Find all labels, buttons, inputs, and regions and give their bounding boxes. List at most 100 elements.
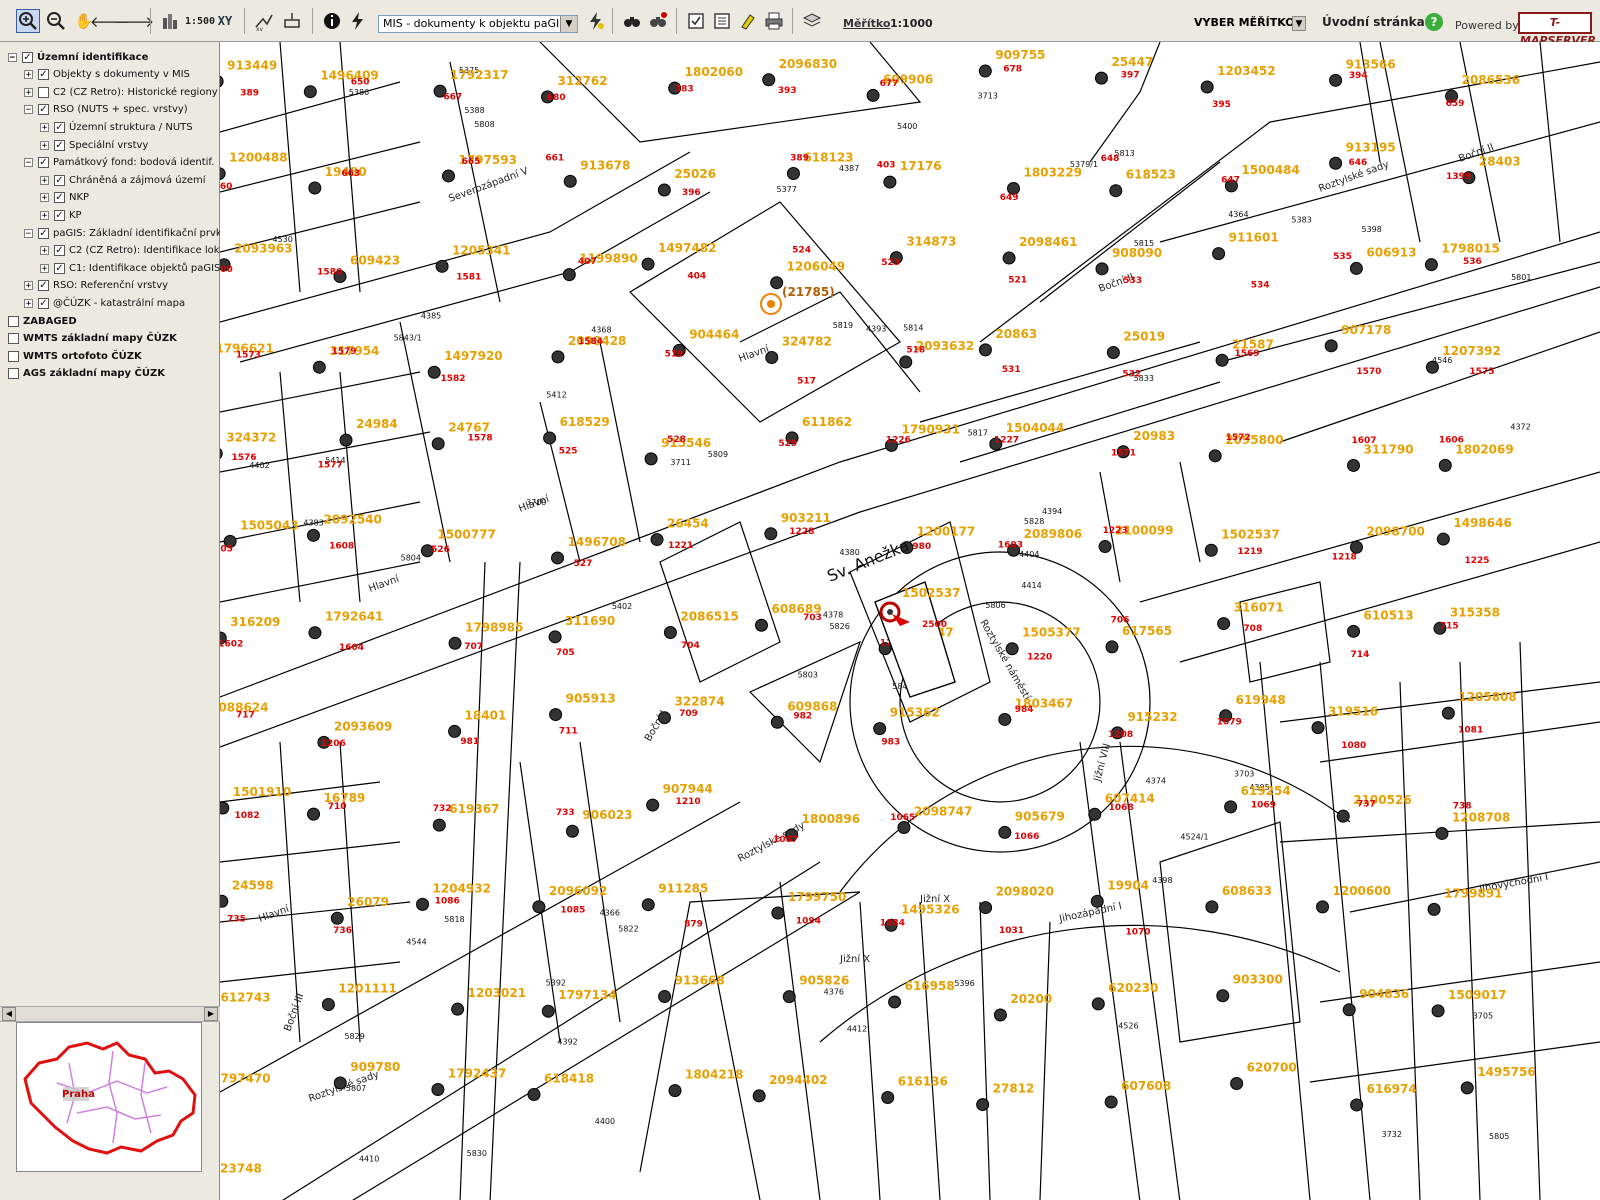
object-id-label[interactable]: 25447 (1111, 55, 1153, 69)
document-marker[interactable] (866, 88, 880, 102)
document-marker[interactable] (1436, 532, 1450, 546)
document-marker[interactable] (1316, 900, 1330, 914)
document-marker[interactable] (770, 715, 784, 729)
scale-select[interactable]: VYBER MĚŘÍTKO ▼ (1190, 15, 1306, 33)
object-id-label[interactable]: 19904 (1107, 878, 1149, 892)
layer-checkbox[interactable]: ✓ (54, 139, 65, 151)
document-marker[interactable] (562, 268, 576, 282)
object-id-label[interactable]: 1496409 (320, 69, 378, 83)
object-id-label[interactable]: 913195 (1346, 140, 1396, 154)
object-id-label[interactable]: 1497482 (658, 241, 716, 255)
object-id-label[interactable]: 1204932 (433, 881, 491, 895)
object-id-label[interactable]: 1498646 (1453, 516, 1511, 530)
document-marker[interactable] (1346, 458, 1360, 472)
layer-item[interactable]: + ✓ NKP (40, 189, 89, 207)
full-extent-icon[interactable] (158, 9, 182, 33)
object-id-label[interactable]: 612743 (220, 991, 270, 1005)
layer-item[interactable]: + ✓ C1: Identifikace objektů paGIS (40, 259, 220, 277)
info-icon[interactable] (320, 9, 344, 33)
object-id-label[interactable]: 2098747 (914, 805, 972, 819)
expand-icon[interactable]: + (40, 140, 49, 150)
document-marker[interactable] (754, 618, 768, 632)
document-marker[interactable] (321, 997, 335, 1011)
object-id-label[interactable]: 2098461 (1019, 235, 1077, 249)
object-id-label[interactable]: 616136 (898, 1074, 948, 1088)
object-id-label[interactable]: 1205341 (452, 243, 510, 257)
expand-icon[interactable]: + (40, 246, 49, 256)
layer-checkbox[interactable]: ✓ (38, 227, 49, 239)
document-marker[interactable] (1217, 617, 1231, 631)
document-marker[interactable] (431, 437, 445, 451)
object-id-label[interactable]: 1792437 (448, 1067, 506, 1081)
document-marker[interactable] (1205, 900, 1219, 914)
document-marker[interactable] (1329, 156, 1343, 170)
document-marker[interactable] (641, 898, 655, 912)
layer-checkbox[interactable] (8, 333, 19, 345)
object-id-label[interactable]: 905679 (1015, 809, 1065, 823)
object-id-label[interactable]: 608633 (1222, 884, 1272, 898)
highlighter-icon[interactable] (736, 9, 760, 33)
document-marker[interactable] (1431, 1004, 1445, 1018)
layer-item[interactable]: + ✓ @ČÚZK - katastrální mapa (24, 294, 185, 312)
object-id-label[interactable]: 1201111 (338, 981, 396, 995)
document-marker[interactable] (1230, 1077, 1244, 1091)
object-id-label[interactable]: 618123 (803, 150, 853, 164)
document-marker[interactable] (978, 64, 992, 78)
document-marker[interactable] (308, 181, 322, 195)
object-id-label[interactable]: 17176 (900, 159, 942, 173)
object-id-label[interactable]: 23748 (220, 1162, 262, 1176)
document-marker[interactable] (220, 75, 224, 88)
layer-item[interactable]: + ✓ C2 (CZ Retro): Identifikace lokalit (40, 242, 235, 260)
expand-icon[interactable]: + (40, 122, 49, 132)
document-marker[interactable] (431, 1083, 445, 1097)
object-id-label[interactable]: 618529 (560, 415, 610, 429)
object-id-label[interactable]: 322874 (675, 695, 725, 709)
object-id-label[interactable]: 1798015 (1441, 242, 1499, 256)
object-id-label[interactable]: 1802060 (685, 65, 743, 79)
layer-item[interactable]: + ✓ Chráněná a zájmová území (40, 171, 206, 189)
object-id-label[interactable]: 2086536 (1462, 73, 1520, 87)
document-marker[interactable] (551, 551, 565, 565)
object-id-label[interactable]: 905913 (566, 692, 616, 706)
object-id-label[interactable]: 27812 (993, 1082, 1035, 1096)
binoculars-search-icon[interactable] (620, 9, 644, 33)
object-id-label[interactable]: 2096830 (779, 57, 837, 71)
layer-checkbox[interactable]: ✓ (38, 157, 49, 169)
horizontal-scrollbar[interactable]: ◀ ▶ (0, 1006, 220, 1022)
object-id-label[interactable]: 319516 (1328, 705, 1378, 719)
collapse-icon[interactable]: − (24, 228, 33, 238)
document-marker[interactable] (888, 995, 902, 1009)
object-id-label[interactable]: 1203452 (1217, 64, 1275, 78)
document-marker[interactable] (770, 276, 784, 290)
layer-item[interactable]: − ✓ RSO (NUTS + spec. vrstvy) (24, 101, 188, 119)
document-marker[interactable] (1342, 1003, 1356, 1017)
document-marker[interactable] (441, 169, 455, 183)
document-marker[interactable] (998, 712, 1012, 726)
object-id-label[interactable]: 607608 (1121, 1079, 1171, 1093)
collapse-icon[interactable]: − (24, 158, 33, 168)
zoom-out-icon[interactable] (44, 9, 68, 33)
object-id-label[interactable]: 2092540 (323, 512, 381, 526)
document-marker[interactable] (220, 894, 229, 908)
object-id-label[interactable]: 913668 (675, 974, 725, 988)
expand-icon[interactable]: + (40, 193, 49, 203)
layer-select[interactable]: MIS - dokumenty k objektu paGIS ▼ (378, 15, 578, 33)
object-id-label[interactable]: 907944 (663, 782, 713, 796)
object-id-label[interactable]: 20863 (995, 327, 1037, 341)
document-marker[interactable] (978, 343, 992, 357)
object-id-label[interactable]: 2093609 (334, 719, 392, 733)
document-marker[interactable] (1329, 73, 1343, 87)
document-marker[interactable] (220, 801, 230, 815)
object-id-label[interactable]: 907178 (1341, 323, 1391, 337)
object-id-label[interactable]: 911601 (1229, 231, 1279, 245)
layer-item[interactable]: + ✓ RSO: Referenční vrstvy (24, 277, 168, 295)
object-id-label[interactable]: 1495326 (901, 902, 959, 916)
document-marker[interactable] (1204, 543, 1218, 557)
object-id-label[interactable]: 28403 (1479, 155, 1521, 169)
object-id-label[interactable]: 616974 (1367, 1082, 1417, 1096)
document-marker[interactable] (1212, 247, 1226, 261)
measure-area-icon[interactable] (280, 9, 304, 33)
object-id-label[interactable]: 316071 (1234, 601, 1284, 615)
chevron-down-icon[interactable]: ▼ (560, 16, 577, 32)
object-id-label[interactable]: 1504044 (1006, 421, 1064, 435)
